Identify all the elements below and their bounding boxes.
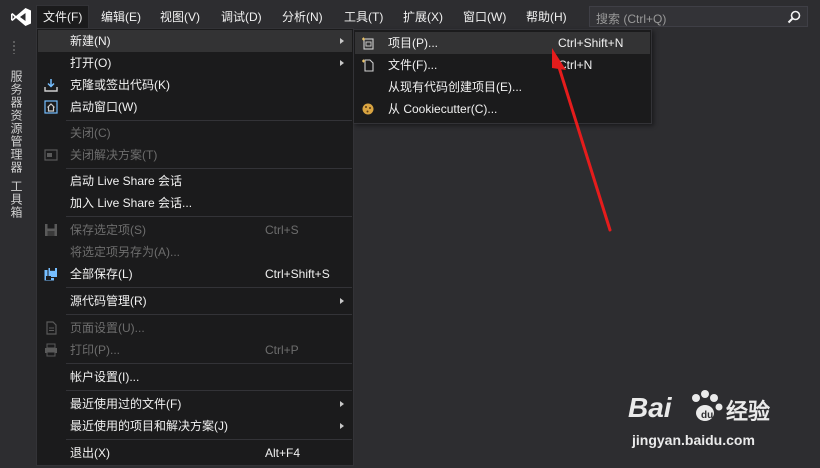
menu-item-print: 打印(P)... Ctrl+P [38,339,352,361]
grip-handle[interactable] [12,40,16,54]
baidu-jingyan-watermark: Bai du 经验 jingyan.baidu.com [628,380,808,458]
menu-extensions[interactable]: 扩展(X) [397,6,449,28]
menu-item-start-window[interactable]: 启动窗口(W) [38,96,352,118]
search-placeholder: 搜索 (Ctrl+Q) [596,12,667,26]
print-icon [45,343,57,357]
menu-item-new[interactable]: 新建(N) [38,30,352,52]
page-setup-icon [46,321,57,335]
watermark-brand: Bai [628,392,672,423]
menu-item-label: 打印(P)... [70,343,120,357]
menu-item-label: 最近使用过的文件(F) [70,397,182,411]
download-icon [44,79,58,92]
visual-studio-logo-icon [11,8,31,26]
left-tool-strip: 服务器资源管理器 工具箱 [0,32,36,468]
submenu-item-cookiecutter[interactable]: 从 Cookiecutter(C)... [355,98,650,120]
submenu-item-label: 从现有代码创建项目(E)... [388,80,522,94]
close-solution-icon [44,149,58,161]
new-file-icon [362,59,374,72]
menu-item-save-all[interactable]: 全部保存(L) Ctrl+Shift+S [38,263,352,285]
menu-item-shortcut: Alt+F4 [265,446,301,460]
save-icon [45,224,57,236]
file-menu-dropdown: 新建(N) 打开(O) 克隆或签出代码(K) 启动窗口(W) 关闭(C) 关闭解… [36,28,354,466]
menu-item-open[interactable]: 打开(O) [38,52,352,74]
submenu-arrow-icon [340,38,344,44]
submenu-arrow-icon [340,60,344,66]
menu-item-label: 启动窗口(W) [70,100,138,114]
menu-window[interactable]: 窗口(W) [457,6,512,28]
submenu-item-label: 从 Cookiecutter(C)... [388,102,498,116]
paw-icon: du [692,390,723,421]
search-icon[interactable] [787,10,801,24]
menu-separator [66,314,352,315]
menu-item-label: 帐户设置(I)... [70,370,140,384]
new-submenu: 项目(P)... Ctrl+Shift+N 文件(F)... Ctrl+N 从现… [353,29,652,124]
watermark-cn: 经验 [726,399,771,424]
search-input[interactable]: 搜索 (Ctrl+Q) [589,6,808,27]
menu-separator [66,390,352,391]
submenu-arrow-icon [340,423,344,429]
menu-separator [66,120,352,121]
menu-item-label: 保存选定项(S) [70,223,146,237]
menu-analyze[interactable]: 分析(N) [276,6,329,28]
menu-file[interactable]: 文件(F) [36,5,90,28]
menu-item-exit[interactable]: 退出(X) Alt+F4 [38,442,352,464]
menu-separator [66,287,352,288]
tab-toolbox[interactable]: 工具箱 [8,180,24,219]
menu-tools[interactable]: 工具(T) [338,6,389,28]
menu-item-label: 全部保存(L) [70,267,133,281]
tab-server-explorer[interactable]: 服务器资源管理器 [8,70,24,174]
cookiecutter-icon [362,103,374,115]
submenu-item-shortcut: Ctrl+N [558,58,593,72]
menu-item-label: 启动 Live Share 会话 [70,174,183,188]
visual-studio-window: 文件(F) 编辑(E) 视图(V) 调试(D) 分析(N) 工具(T) 扩展(X… [0,0,820,468]
menu-item-label: 加入 Live Share 会话... [70,196,193,210]
menu-debug[interactable]: 调试(D) [215,6,268,28]
menu-edit[interactable]: 编辑(E) [95,6,147,28]
menu-separator [66,439,352,440]
menu-item-label: 克隆或签出代码(K) [70,78,170,92]
submenu-arrow-icon [340,401,344,407]
menu-item-recent-projects[interactable]: 最近使用的项目和解决方案(J) [38,415,352,437]
submenu-item-label: 项目(P)... [388,36,438,50]
submenu-item-new-project[interactable]: 项目(P)... Ctrl+Shift+N [355,32,650,54]
submenu-item-project-from-code[interactable]: 从现有代码创建项目(E)... [355,76,650,98]
submenu-item-label: 文件(F)... [388,58,438,72]
menu-item-label: 新建(N) [70,34,111,48]
menu-item-clone[interactable]: 克隆或签出代码(K) [38,74,352,96]
menu-view[interactable]: 视图(V) [154,6,206,28]
menu-item-label: 最近使用的项目和解决方案(J) [70,419,228,433]
watermark-url: jingyan.baidu.com [632,432,755,448]
svg-text:du: du [701,410,713,421]
menu-item-shortcut: Ctrl+S [265,223,299,237]
menu-item-label: 打开(O) [70,56,112,70]
menu-item-label: 退出(X) [70,446,110,460]
menu-item-close-solution: 关闭解决方案(T) [38,144,352,166]
menu-help[interactable]: 帮助(H) [520,6,573,28]
menu-separator [66,363,352,364]
menu-item-join-live-share[interactable]: 加入 Live Share 会话... [38,192,352,214]
new-project-icon [362,37,374,50]
submenu-item-new-file[interactable]: 文件(F)... Ctrl+N [355,54,650,76]
menu-item-label: 关闭(C) [70,126,111,140]
menu-separator [66,216,352,217]
menu-item-save-as: 将选定项另存为(A)... [38,241,352,263]
submenu-arrow-icon [340,298,344,304]
menu-item-label: 关闭解决方案(T) [70,148,158,162]
menu-item-label: 将选定项另存为(A)... [70,245,180,259]
menu-item-shortcut: Ctrl+Shift+S [265,267,330,281]
save-all-icon [44,267,58,281]
menu-separator [66,168,352,169]
menu-item-source-control[interactable]: 源代码管理(R) [38,290,352,312]
menu-item-shortcut: Ctrl+P [265,343,299,357]
menu-item-save-selected: 保存选定项(S) Ctrl+S [38,219,352,241]
menu-item-recent-files[interactable]: 最近使用过的文件(F) [38,393,352,415]
menu-item-label: 源代码管理(R) [70,294,147,308]
menu-item-account-settings[interactable]: 帐户设置(I)... [38,366,352,388]
menu-item-page-setup: 页面设置(U)... [38,317,352,339]
home-icon [44,100,58,114]
submenu-item-shortcut: Ctrl+Shift+N [558,36,624,50]
menu-item-label: 页面设置(U)... [70,321,145,335]
menu-item-start-live-share[interactable]: 启动 Live Share 会话 [38,170,352,192]
menu-item-close: 关闭(C) [38,122,352,144]
